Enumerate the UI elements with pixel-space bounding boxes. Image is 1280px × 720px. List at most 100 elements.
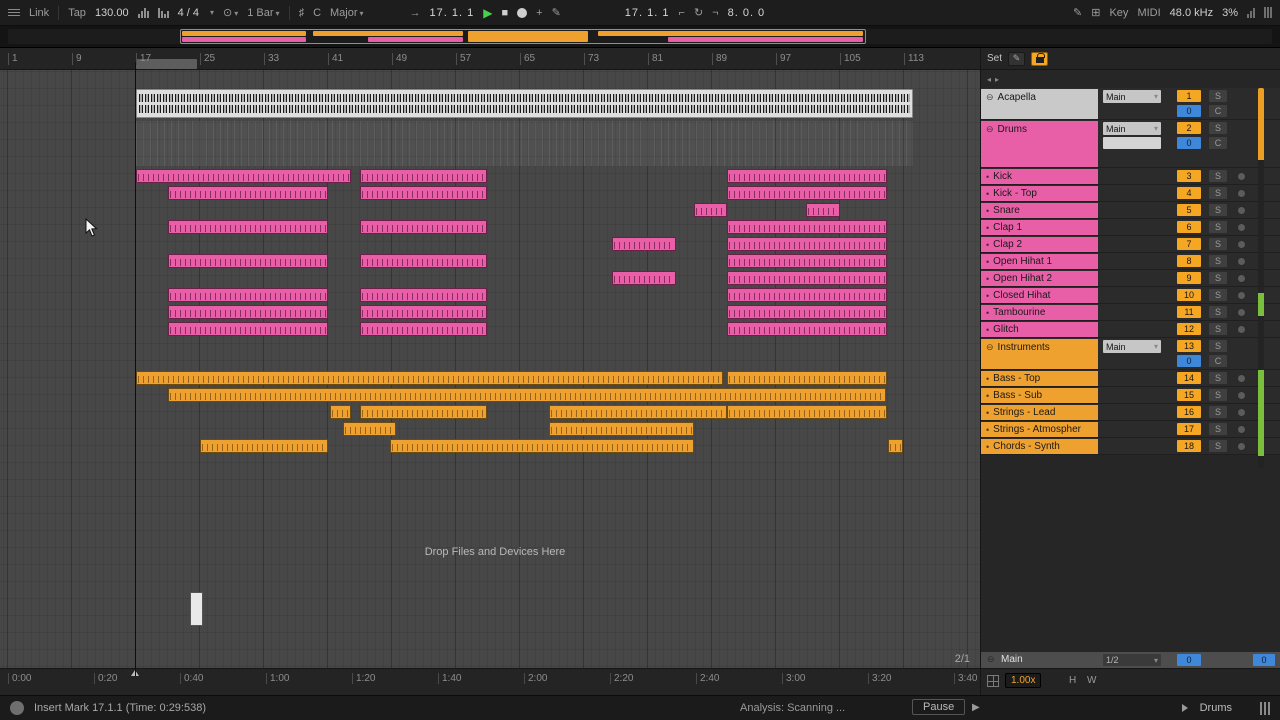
track-header-kick-top[interactable]: •Kick - Top4S: [981, 185, 1280, 202]
track-header-strings-atmospher[interactable]: •Strings - Atmospher17S: [981, 421, 1280, 438]
nudge-up-icon[interactable]: [158, 7, 169, 18]
record-arm-button[interactable]: [1232, 323, 1250, 335]
clip-bass-top[interactable]: [727, 371, 887, 385]
master-value-2[interactable]: 0: [1253, 654, 1275, 666]
group-fold-icon[interactable]: ⊖: [986, 92, 994, 102]
solo-button[interactable]: S: [1209, 323, 1227, 335]
track-number[interactable]: 16: [1177, 406, 1201, 418]
tempo-display[interactable]: 130.00: [95, 7, 129, 19]
overview-clips[interactable]: [8, 29, 1272, 44]
record-arm-button[interactable]: [1232, 372, 1250, 384]
track-header-acapella[interactable]: ⊖AcapellaMain▾1S0C: [981, 88, 1280, 120]
clip-open-hihat-2[interactable]: [727, 271, 887, 285]
record-arm-button[interactable]: [1232, 272, 1250, 284]
track-value[interactable]: 0: [1177, 105, 1201, 117]
solo-button[interactable]: S: [1209, 406, 1227, 418]
master-fold-icon[interactable]: ⊖: [987, 654, 995, 665]
track-number[interactable]: 3: [1177, 170, 1201, 182]
bar-ruler[interactable]: 191725334149576573818997105113: [0, 48, 980, 70]
clip-clap-1[interactable]: [727, 220, 887, 234]
clip-open-hihat-1[interactable]: [727, 254, 887, 268]
group-fold-icon[interactable]: ⊖: [986, 342, 994, 352]
record-button[interactable]: [517, 8, 527, 18]
clip-strings-atmospher[interactable]: [549, 422, 694, 436]
clip-bass-top[interactable]: [136, 371, 723, 385]
track-number[interactable]: 17: [1177, 423, 1201, 435]
record-arm-button[interactable]: [1232, 406, 1250, 418]
track-number[interactable]: 14: [1177, 372, 1201, 384]
overview-view-rect[interactable]: [180, 29, 866, 44]
master-ratio-selector[interactable]: 1/2▾: [1103, 654, 1161, 666]
clip-clap-1[interactable]: [168, 220, 328, 234]
link-button[interactable]: Link: [29, 7, 49, 19]
record-arm-button[interactable]: [1232, 289, 1250, 301]
scale-icon[interactable]: ♯: [299, 7, 305, 19]
lock-icon[interactable]: [1031, 52, 1048, 66]
crossfade-button[interactable]: C: [1209, 137, 1227, 149]
lanes[interactable]: Drop Files and Devices Here 2/1: [0, 70, 980, 668]
scale-root[interactable]: C: [313, 7, 321, 19]
record-arm-button[interactable]: [1232, 238, 1250, 250]
record-arm-button[interactable]: [1232, 440, 1250, 452]
info-icon[interactable]: [10, 701, 24, 715]
pause-button[interactable]: Pause: [912, 699, 965, 715]
zoom-width-button[interactable]: W: [1087, 675, 1096, 686]
track-number[interactable]: 2: [1177, 122, 1201, 134]
punch-in-icon[interactable]: ⌐: [679, 7, 685, 19]
solo-button[interactable]: S: [1209, 340, 1227, 352]
record-arm-button[interactable]: [1232, 204, 1250, 216]
quantize-menu[interactable]: 1 Bar▾: [247, 7, 279, 19]
track-header-strings-lead[interactable]: •Strings - Lead16S: [981, 404, 1280, 421]
track-header-instruments[interactable]: ⊖InstrumentsMain▾13S0C: [981, 338, 1280, 370]
overdub-icon[interactable]: +: [536, 7, 542, 19]
clip-clap-2[interactable]: [612, 237, 676, 251]
solo-button[interactable]: S: [1209, 389, 1227, 401]
track-number[interactable]: 7: [1177, 238, 1201, 250]
solo-button[interactable]: S: [1209, 272, 1227, 284]
track-number[interactable]: 13: [1177, 340, 1201, 352]
menu-icon[interactable]: [8, 9, 20, 16]
scale-name-menu[interactable]: Major▾: [330, 7, 364, 19]
track-header-glitch[interactable]: •Glitch12S: [981, 321, 1280, 338]
track-value[interactable]: 0: [1177, 355, 1201, 367]
clip-open-hihat-1[interactable]: [168, 254, 328, 268]
time-ruler[interactable]: 0:000:200:401:001:201:402:002:202:403:00…: [0, 668, 980, 695]
follow-icon[interactable]: →: [410, 7, 421, 19]
clip-bass-sub[interactable]: [168, 388, 886, 402]
time-signature[interactable]: 4 / 4: [178, 7, 199, 19]
solo-button[interactable]: S: [1209, 440, 1227, 452]
clip-chords-synth[interactable]: [888, 439, 903, 453]
clip-strings-lead[interactable]: [549, 405, 727, 419]
record-arm-button[interactable]: [1232, 255, 1250, 267]
track-header-clap-1[interactable]: •Clap 16S: [981, 219, 1280, 236]
record-arm-button[interactable]: [1232, 389, 1250, 401]
clip-glitch[interactable]: [727, 322, 887, 336]
playhead-marker-icon[interactable]: [131, 670, 139, 676]
tap-tempo-button[interactable]: Tap: [68, 7, 86, 19]
solo-button[interactable]: S: [1209, 289, 1227, 301]
track-number[interactable]: 11: [1177, 306, 1201, 318]
master-value[interactable]: 0: [1177, 654, 1201, 666]
track-header-open-hihat-2[interactable]: •Open Hihat 29S: [981, 270, 1280, 287]
crossfade-button[interactable]: C: [1209, 355, 1227, 367]
record-arm-button[interactable]: [1232, 306, 1250, 318]
clip-strings-atmospher[interactable]: [343, 422, 396, 436]
solo-button[interactable]: S: [1209, 204, 1227, 216]
clip-acapella[interactable]: [136, 89, 913, 118]
solo-button[interactable]: S: [1209, 255, 1227, 267]
track-number[interactable]: 1: [1177, 90, 1201, 102]
clip-kick[interactable]: [136, 169, 351, 183]
clip-drums[interactable]: [136, 121, 913, 166]
draw-mode-icon[interactable]: ✎: [1073, 6, 1082, 19]
clip-strings-lead[interactable]: [727, 405, 887, 419]
arrangement-position[interactable]: 17. 1. 1: [430, 7, 475, 19]
solo-button[interactable]: S: [1209, 90, 1227, 102]
stray-clip[interactable]: [190, 592, 203, 626]
arrangement-overview[interactable]: [0, 26, 1280, 48]
grid-icon[interactable]: [987, 675, 999, 687]
clip-tambourine[interactable]: [727, 305, 887, 319]
clip-kick-top[interactable]: [360, 186, 487, 200]
nav-forward-button[interactable]: ▸: [995, 75, 999, 84]
play-button[interactable]: ▶: [483, 6, 492, 20]
track-number[interactable]: 10: [1177, 289, 1201, 301]
